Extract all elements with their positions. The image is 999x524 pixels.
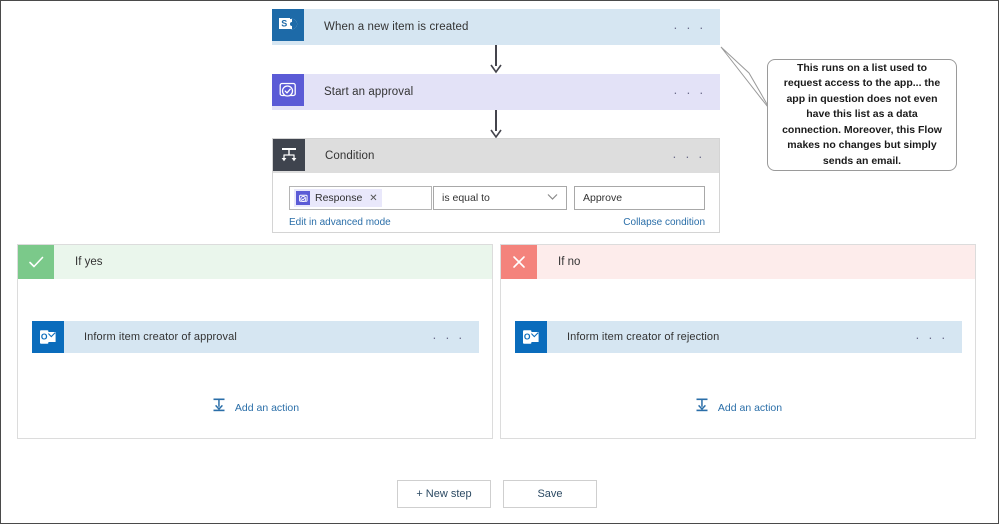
- annotation-callout-text: This runs on a list used to request acce…: [782, 61, 942, 167]
- connector-arrow-1: [490, 45, 502, 74]
- step-overflow-menu[interactable]: · · ·: [666, 139, 719, 173]
- condition-header: Condition · · ·: [273, 139, 719, 173]
- sharepoint-icon: S: [272, 9, 304, 41]
- chevron-down-icon: [547, 192, 558, 204]
- new-step-button[interactable]: + New step: [397, 480, 491, 508]
- flow-step-approval[interactable]: Start an approval · · ·: [272, 74, 720, 110]
- flow-step-title: Inform item creator of approval: [84, 331, 237, 343]
- condition-value-text: Approve: [583, 192, 623, 204]
- condition-body: Response ✕ is equal to Approve Edit in a…: [273, 173, 719, 232]
- add-action-icon: [694, 397, 710, 418]
- flow-step-trigger[interactable]: S When a new item is created · · ·: [272, 9, 720, 45]
- remove-token-icon[interactable]: ✕: [367, 193, 377, 204]
- collapse-condition-link[interactable]: Collapse condition: [623, 217, 705, 228]
- flow-step-title: When a new item is created: [324, 21, 469, 33]
- approvals-icon: [296, 191, 310, 205]
- svg-text:S: S: [281, 19, 287, 29]
- outlook-icon: O: [515, 321, 547, 353]
- step-overflow-menu[interactable]: · · ·: [909, 321, 962, 353]
- flow-step-title: Start an approval: [324, 86, 414, 98]
- add-action-label: Add an action: [234, 401, 300, 414]
- flow-step-condition[interactable]: Condition · · · Response ✕ is equal to A…: [272, 138, 720, 233]
- add-an-action-button[interactable]: Add an action: [18, 397, 492, 418]
- svg-text:O: O: [524, 332, 531, 342]
- condition-operator-dropdown[interactable]: is equal to: [433, 186, 567, 210]
- close-icon: [501, 245, 537, 279]
- step-overflow-menu[interactable]: · · ·: [667, 9, 720, 45]
- approvals-icon: [272, 74, 304, 106]
- condition-icon: [273, 139, 305, 171]
- svg-text:O: O: [41, 332, 48, 342]
- branch-if-no: If no O Inform item creator of rejection…: [500, 244, 976, 439]
- flow-step-title: Inform item creator of rejection: [567, 331, 720, 343]
- flow-step-title: Condition: [325, 150, 375, 162]
- checkmark-icon: [18, 245, 54, 279]
- add-action-label: Add an action: [717, 401, 783, 414]
- token-label: Response: [315, 192, 363, 204]
- flow-designer-canvas: S When a new item is created · · · Start…: [0, 0, 999, 524]
- flow-action-card[interactable]: O Inform item creator of rejection · · ·: [515, 321, 962, 353]
- add-an-action-button[interactable]: Add an action: [501, 397, 975, 418]
- condition-value-input[interactable]: Approve: [574, 186, 705, 210]
- operator-value: is equal to: [442, 192, 490, 204]
- annotation-callout: This runs on a list used to request acce…: [767, 59, 957, 171]
- branch-if-yes: If yes O Inform item creator of approval…: [17, 244, 493, 439]
- flow-action-card[interactable]: O Inform item creator of approval · · ·: [32, 321, 479, 353]
- step-overflow-menu[interactable]: · · ·: [426, 321, 479, 353]
- branch-label: If no: [558, 256, 581, 268]
- add-action-icon: [211, 397, 227, 418]
- outlook-icon: O: [32, 321, 64, 353]
- branch-header: If no: [501, 245, 975, 279]
- response-token[interactable]: Response ✕: [294, 189, 382, 207]
- edit-in-advanced-mode-link[interactable]: Edit in advanced mode: [289, 217, 391, 228]
- branch-header: If yes: [18, 245, 492, 279]
- save-button[interactable]: Save: [503, 480, 597, 508]
- step-overflow-menu[interactable]: · · ·: [667, 74, 720, 110]
- condition-left-operand-field[interactable]: Response ✕: [289, 186, 432, 210]
- connector-arrow-2: [490, 110, 502, 139]
- branch-label: If yes: [75, 256, 103, 268]
